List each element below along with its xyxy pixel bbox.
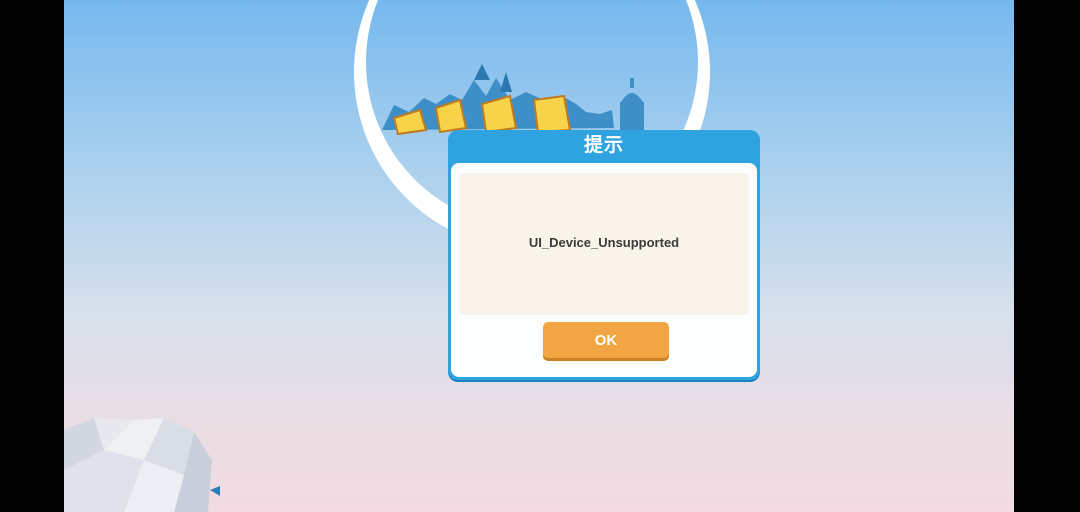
game-background: 提示 UI_Device_Unsupported OK bbox=[64, 0, 1014, 512]
dialog-title: 提示 bbox=[583, 134, 624, 156]
notice-dialog: 提示 UI_Device_Unsupported OK bbox=[448, 130, 760, 380]
dialog-body: UI_Device_Unsupported OK bbox=[451, 163, 757, 377]
dialog-message: UI_Device_Unsupported bbox=[528, 234, 680, 250]
letterbox-right bbox=[1014, 0, 1080, 512]
letterbox-left bbox=[0, 0, 64, 512]
message-panel: UI_Device_Unsupported bbox=[459, 173, 749, 315]
ok-button[interactable]: OK bbox=[543, 322, 669, 358]
